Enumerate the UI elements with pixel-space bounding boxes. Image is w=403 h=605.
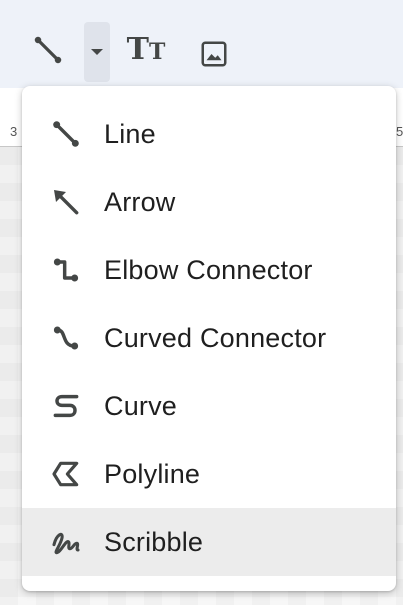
line-type-menu: Line Arrow Elbow Connector Curved Connec… [22,86,396,591]
polyline-icon [48,456,84,492]
menu-item-label: Curve [104,390,178,421]
menu-item-label: Polyline [104,458,201,489]
menu-item-line[interactable]: Line [22,100,396,168]
elbow-connector-icon [48,252,84,288]
insert-image-button[interactable] [194,34,234,74]
toolbar: TT [0,0,403,88]
menu-item-label: Elbow Connector [104,254,313,285]
menu-item-label: Arrow [104,186,176,217]
menu-item-elbow-connector[interactable]: Elbow Connector [22,236,396,304]
line-icon [34,36,62,64]
image-icon [201,41,227,67]
menu-item-arrow[interactable]: Arrow [22,168,396,236]
ruler-number: 3 [10,124,18,139]
ruler-number: 5 [396,124,403,139]
menu-item-scribble[interactable]: Scribble [22,508,396,576]
scribble-icon [48,524,84,560]
line-icon [48,116,84,152]
menu-item-curved-connector[interactable]: Curved Connector [22,304,396,372]
menu-item-label: Line [104,118,156,149]
line-tool-button[interactable] [28,30,68,70]
menu-item-label: Curved Connector [104,322,327,353]
curve-icon [48,388,84,424]
arrow-icon [48,184,84,220]
menu-item-label: Scribble [104,526,204,557]
chevron-down-icon [91,49,103,55]
line-type-dropdown-button[interactable] [84,22,110,82]
text-size-icon: TT [126,32,166,67]
menu-item-curve[interactable]: Curve [22,372,396,440]
menu-item-polyline[interactable]: Polyline [22,440,396,508]
curved-connector-icon [48,320,84,356]
text-box-button[interactable]: TT [124,28,168,72]
